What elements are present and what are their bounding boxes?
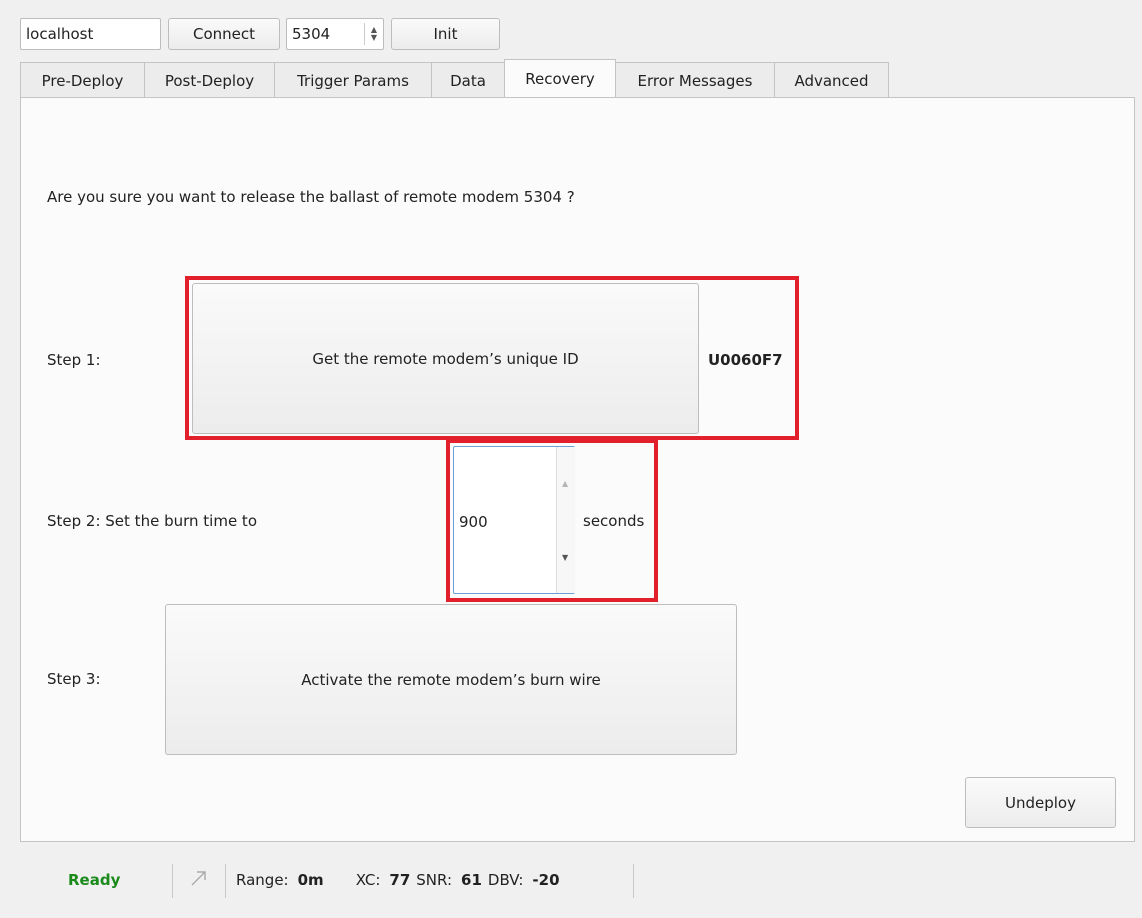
step2-label: Step 2: Set the burn time to: [47, 512, 257, 530]
range-value: 0m: [297, 871, 324, 889]
get-unique-id-button[interactable]: Get the remote modem’s unique ID: [192, 283, 699, 434]
tab-advanced[interactable]: Advanced: [774, 62, 889, 98]
tab-post-deploy[interactable]: Post-Deploy: [144, 62, 275, 98]
connect-button-label: Connect: [192, 25, 256, 43]
status-separator: [633, 864, 634, 898]
range-label: Range:: [236, 871, 289, 889]
tab-label: Advanced: [794, 71, 869, 90]
host-input-value: localhost: [26, 25, 94, 43]
port-value: 5304: [292, 25, 331, 43]
tab-data[interactable]: Data: [431, 62, 505, 98]
spin-up-icon[interactable]: ▲: [562, 479, 568, 488]
tab-bar: Pre-Deploy Post-Deploy Trigger Params Da…: [20, 59, 889, 98]
init-button-label: Init: [433, 25, 458, 43]
tab-trigger-params[interactable]: Trigger Params: [274, 62, 432, 98]
status-metrics: Range: 0m XC: 77 SNR: 61 DBV: -20: [236, 871, 560, 889]
activate-burn-wire-button[interactable]: Activate the remote modem’s burn wire: [165, 604, 737, 755]
burn-time-value: 900: [459, 513, 488, 531]
undeploy-label: Undeploy: [1005, 793, 1076, 812]
arrow-up-right-icon[interactable]: [187, 866, 211, 890]
burn-time-unit: seconds: [583, 512, 645, 530]
status-separator: [172, 864, 173, 898]
burn-time-spin-arrows[interactable]: ▲ ▼: [556, 447, 575, 593]
snr-label: SNR:: [416, 871, 453, 889]
unique-id-value: U0060F7: [708, 351, 783, 369]
connect-button[interactable]: Connect: [168, 18, 280, 50]
tab-label: Error Messages: [637, 71, 753, 90]
tab-label: Trigger Params: [297, 71, 409, 90]
activate-burn-wire-label: Activate the remote modem’s burn wire: [301, 670, 601, 689]
tab-label: Pre-Deploy: [41, 71, 124, 90]
tab-label: Recovery: [525, 69, 595, 88]
spin-down-icon[interactable]: ▼: [371, 34, 377, 42]
confirm-question: Are you sure you want to release the bal…: [47, 188, 575, 206]
xc-value: 77: [389, 871, 411, 889]
burn-time-spinbox[interactable]: 900 ▲ ▼: [453, 446, 575, 594]
status-separator: [225, 864, 226, 898]
status-ready: Ready: [68, 871, 121, 889]
port-spinbox[interactable]: 5304 ▲ ▼: [286, 18, 384, 50]
tab-pre-deploy[interactable]: Pre-Deploy: [20, 62, 145, 98]
snr-value: 61: [461, 871, 482, 889]
dbv-value: -20: [532, 871, 560, 889]
tab-recovery[interactable]: Recovery: [504, 59, 616, 97]
xc-label: XC:: [355, 871, 381, 889]
host-input[interactable]: localhost: [20, 18, 161, 50]
step3-label: Step 3:: [47, 670, 101, 688]
port-spin-arrows[interactable]: ▲ ▼: [364, 23, 383, 45]
init-button[interactable]: Init: [391, 18, 500, 50]
spin-down-icon[interactable]: ▼: [562, 553, 568, 562]
undeploy-button[interactable]: Undeploy: [965, 777, 1116, 828]
tab-label: Post-Deploy: [164, 71, 255, 90]
step1-label: Step 1:: [47, 351, 101, 369]
tab-error-messages[interactable]: Error Messages: [615, 62, 775, 98]
get-unique-id-label: Get the remote modem’s unique ID: [312, 349, 579, 368]
dbv-label: DBV:: [487, 871, 524, 889]
tab-label: Data: [450, 71, 486, 90]
